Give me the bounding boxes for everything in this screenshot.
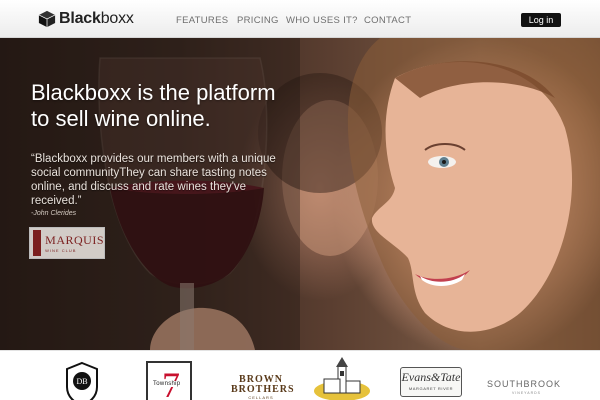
township-7-logo: 7 Township (146, 361, 192, 400)
marquis-subtitle: WINE CLUB (45, 248, 77, 253)
marquis-name: MARQUIS (45, 233, 104, 247)
nav-features[interactable]: FEATURES (176, 15, 228, 26)
testimonial-quote: “Blackboxx provides our members with a u… (31, 153, 276, 207)
church-vineyard-logo-icon (314, 357, 370, 400)
township-word: Township (152, 381, 182, 387)
hero-section: Blackboxx is the platform to sell wine o… (0, 38, 600, 350)
evans-tate-name: Evans&Tate (401, 370, 461, 384)
partner-logos-strip: DB 7 Township BROWN BROTHERS CELLARS Eva… (0, 350, 600, 400)
marquis-wine-club-logo: MARQUIS WINE CLUB (29, 227, 105, 259)
nav-who-uses-it[interactable]: WHO USES IT? (286, 15, 358, 26)
nav-pricing[interactable]: PRICING (237, 15, 279, 26)
top-navigation-bar: Blackboxx FEATURES PRICING WHO USES IT? … (0, 0, 600, 38)
marquis-emblem-icon (33, 230, 42, 256)
svg-text:DB: DB (76, 377, 87, 386)
login-button[interactable]: Log in (521, 13, 561, 27)
brown-brothers-line-2: BROTHERS (231, 384, 295, 395)
testimonial-author: -John Clerides (31, 210, 77, 217)
hero-title: Blackboxx is the platform to sell wine o… (31, 80, 351, 132)
brown-brothers-logo: BROWN BROTHERS CELLARS (231, 375, 295, 400)
main-nav: FEATURES PRICING WHO USES IT? CONTACT (0, 15, 600, 27)
brown-brothers-sub: CELLARS (248, 395, 274, 400)
nav-contact[interactable]: CONTACT (364, 15, 411, 26)
evans-tate-sub: MARGARET RIVER (408, 386, 454, 391)
hero-title-line-1: Blackboxx is the platform (31, 80, 276, 105)
hero-title-line-2: to sell wine online. (31, 106, 211, 131)
evans-and-tate-logo: Evans&Tate MARGARET RIVER (400, 367, 462, 397)
southbrook-name: SOUTHBROOK (487, 379, 562, 389)
db-crest-logo-icon: DB (66, 361, 98, 400)
southbrook-sub: VINEYARDS (512, 391, 541, 395)
